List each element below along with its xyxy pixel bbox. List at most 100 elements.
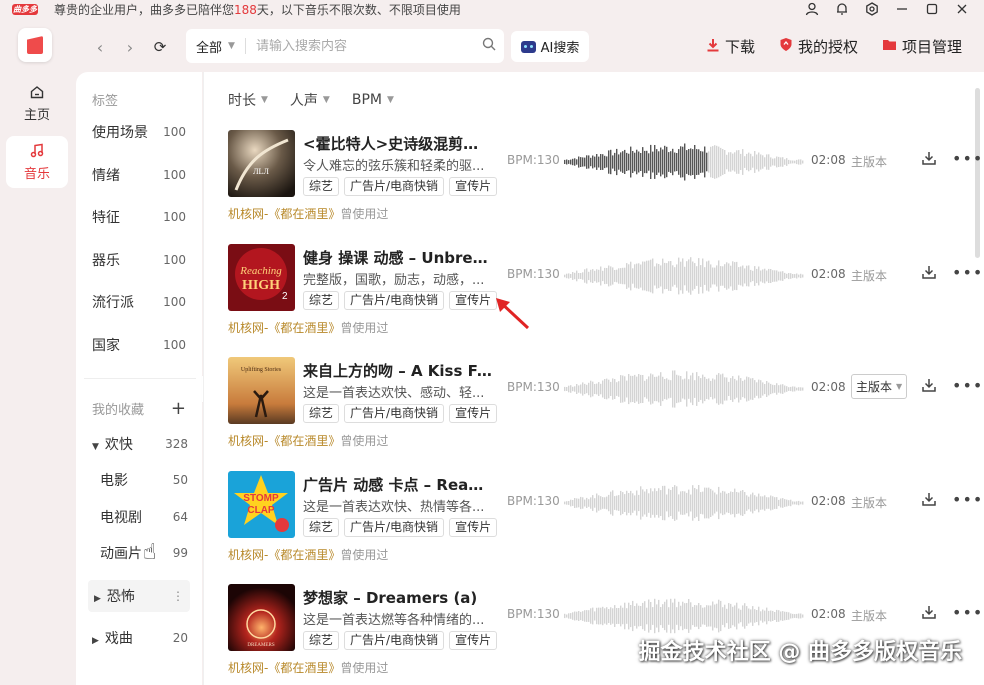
tag-item[interactable]: 流行派 100 <box>92 292 186 312</box>
back-arrow-icon[interactable]: ‹ <box>92 38 108 57</box>
filter-duration[interactable]: 时长 ▼ <box>228 90 268 110</box>
version-label[interactable]: 主版本 <box>851 267 887 284</box>
forward-arrow-icon[interactable]: › <box>122 38 138 57</box>
track-row[interactable]: ЛLЛ <霍比特人>史诗级混剪燃... 令人难忘的弦乐簇和轻柔的驱... 综艺 广告片/… <box>228 130 982 240</box>
track-tag[interactable]: 宣传片 <box>449 404 498 423</box>
version-label[interactable]: 主版本 <box>851 607 887 624</box>
refresh-icon[interactable]: ⟳ <box>152 38 168 56</box>
more-options-icon[interactable]: ••• <box>952 376 983 395</box>
track-tag[interactable]: 综艺 <box>303 404 340 423</box>
tag-item[interactable]: 使用场景 100 <box>92 122 186 142</box>
download-icon[interactable] <box>921 150 939 168</box>
more-options-icon[interactable]: ••• <box>952 149 983 168</box>
svg-text:ЛLЛ: ЛLЛ <box>253 167 269 176</box>
duration-label: 02:08 <box>811 266 846 281</box>
app-logo-icon[interactable] <box>18 28 52 62</box>
track-tag[interactable]: 综艺 <box>303 517 340 537</box>
waveform[interactable] <box>564 596 804 636</box>
album-cover[interactable]: Uplifting Stories <box>228 357 295 424</box>
rail-item-home[interactable]: 主页 <box>6 78 68 130</box>
track-tag[interactable]: 综艺 <box>303 631 340 650</box>
track-tag[interactable]: 广告片/电商快销 <box>344 631 445 650</box>
filter-bpm[interactable]: BPM ▼ <box>352 90 394 110</box>
chevron-down-icon: ▼ <box>228 41 235 51</box>
track-row[interactable]: Reaching HIGH 2 健身 操课 动感 – Unbrea... 完整版，国歌，… <box>228 243 982 354</box>
search-scope-select[interactable]: 全部 ▼ <box>186 37 245 56</box>
tag-item[interactable]: 器乐 100 <box>92 250 186 270</box>
track-row[interactable]: STOMP CLAP 广告片 动感 卡点 – Read... 这是一首表达欢快、热情等… <box>228 470 982 581</box>
bell-icon[interactable] <box>834 1 850 17</box>
version-label[interactable]: 主版本 <box>851 153 887 170</box>
download-icon[interactable] <box>921 604 939 622</box>
favorite-folder-happy[interactable]: ▼ 欢快 328 <box>92 428 188 460</box>
track-tag[interactable]: 广告片/电商快销 <box>344 177 445 196</box>
waveform[interactable] <box>564 142 804 182</box>
user-icon[interactable] <box>804 1 820 17</box>
filter-vocals[interactable]: 人声 ▼ <box>290 90 330 110</box>
track-tag[interactable]: 广告片/电商快销 <box>344 290 445 310</box>
rail-item-music[interactable]: 音乐 <box>6 136 68 188</box>
top-actions: 下载 我的授权 项目管理 <box>706 36 962 57</box>
track-title[interactable]: 来自上方的吻 – A Kiss Fr... <box>303 360 493 381</box>
track-title[interactable]: 健身 操课 动感 – Unbrea... <box>303 247 493 268</box>
usage-link[interactable]: 机核网-《都在酒里》 <box>228 661 340 675</box>
track-tag[interactable]: 宣传片 <box>449 290 498 310</box>
track-tags: 综艺 广告片/电商快销 宣传片 <box>303 290 498 310</box>
more-options-icon[interactable]: ••• <box>952 263 983 282</box>
track-title[interactable]: 梦想家 – Dreamers (a) <box>303 587 493 608</box>
track-title[interactable]: 广告片 动感 卡点 – Read... <box>303 474 493 495</box>
track-tag[interactable]: 宣传片 <box>449 177 498 196</box>
album-cover[interactable]: Reaching HIGH 2 <box>228 243 295 311</box>
svg-text:Reaching: Reaching <box>239 265 282 277</box>
track-tag[interactable]: 宣传片 <box>449 517 498 537</box>
track-tag[interactable]: 宣传片 <box>449 631 498 650</box>
usage-link[interactable]: 机核网-《都在酒里》 <box>228 321 340 335</box>
track-tag[interactable]: 广告片/电商快销 <box>344 404 445 423</box>
album-cover[interactable]: ЛLЛ <box>228 130 295 197</box>
track-tag[interactable]: 综艺 <box>303 290 340 310</box>
album-cover[interactable]: DREAMERS <box>228 584 295 651</box>
track-tag[interactable]: 综艺 <box>303 177 340 196</box>
download-button[interactable]: 下载 <box>706 36 755 57</box>
album-cover[interactable]: STOMP CLAP <box>228 470 295 538</box>
tag-item[interactable]: 国家 100 <box>92 335 186 355</box>
ai-search-button[interactable]: AI搜索 <box>511 31 589 62</box>
search-icon[interactable] <box>474 37 504 55</box>
add-favorite-icon[interactable]: + <box>171 398 186 419</box>
maximize-icon[interactable] <box>924 1 940 17</box>
music-note-icon <box>30 143 44 161</box>
search-input[interactable] <box>255 38 474 54</box>
favorite-folder-opera[interactable]: ▶ 戏曲 20 <box>92 622 188 654</box>
version-select[interactable]: 主版本 ▼ <box>851 374 908 399</box>
left-rail: 主页 音乐 <box>0 18 76 685</box>
close-icon[interactable] <box>954 1 970 17</box>
waveform[interactable] <box>564 369 804 409</box>
tag-item[interactable]: 特征 100 <box>92 207 186 227</box>
favorite-folder-movie[interactable]: 电影 50 <box>100 464 188 496</box>
favorite-folder-tv-drama[interactable]: 电视剧 64 <box>100 501 188 533</box>
tag-item[interactable]: 情绪 100 <box>92 165 186 185</box>
track-tag[interactable]: 广告片/电商快销 <box>344 517 445 537</box>
track-title[interactable]: <霍比特人>史诗级混剪燃... <box>303 133 493 154</box>
more-options-icon[interactable]: ••• <box>952 490 983 509</box>
usage-link[interactable]: 机核网-《都在酒里》 <box>228 548 340 562</box>
download-icon[interactable] <box>921 377 939 395</box>
minimize-icon[interactable] <box>894 1 910 17</box>
favorite-folder-horror[interactable]: ▶ 恐怖 ⋮ <box>88 580 190 612</box>
usage-note: 机核网-《都在酒里》曾使用过 <box>228 547 389 562</box>
waveform[interactable] <box>564 483 804 523</box>
project-management-button[interactable]: 项目管理 <box>882 36 962 57</box>
usage-link[interactable]: 机核网-《都在酒里》 <box>228 434 340 448</box>
download-icon[interactable] <box>921 491 939 509</box>
more-vertical-icon[interactable]: ⋮ <box>172 589 184 603</box>
waveform[interactable] <box>564 256 804 296</box>
my-license-button[interactable]: 我的授权 <box>779 36 858 57</box>
subscription-notice: 尊贵的企业用户，曲多多已陪伴您188天，以下音乐不限次数、不限项目使用 <box>54 2 461 17</box>
settings-icon[interactable] <box>864 1 880 17</box>
download-icon[interactable] <box>921 264 939 282</box>
version-label[interactable]: 主版本 <box>851 494 887 511</box>
more-options-icon[interactable]: ••• <box>952 603 983 622</box>
track-row[interactable]: Uplifting Stories 来自上方的吻 – A Kiss Fr... 这是… <box>228 357 982 467</box>
scrollbar[interactable] <box>975 88 980 258</box>
usage-link[interactable]: 机核网-《都在酒里》 <box>228 207 340 221</box>
